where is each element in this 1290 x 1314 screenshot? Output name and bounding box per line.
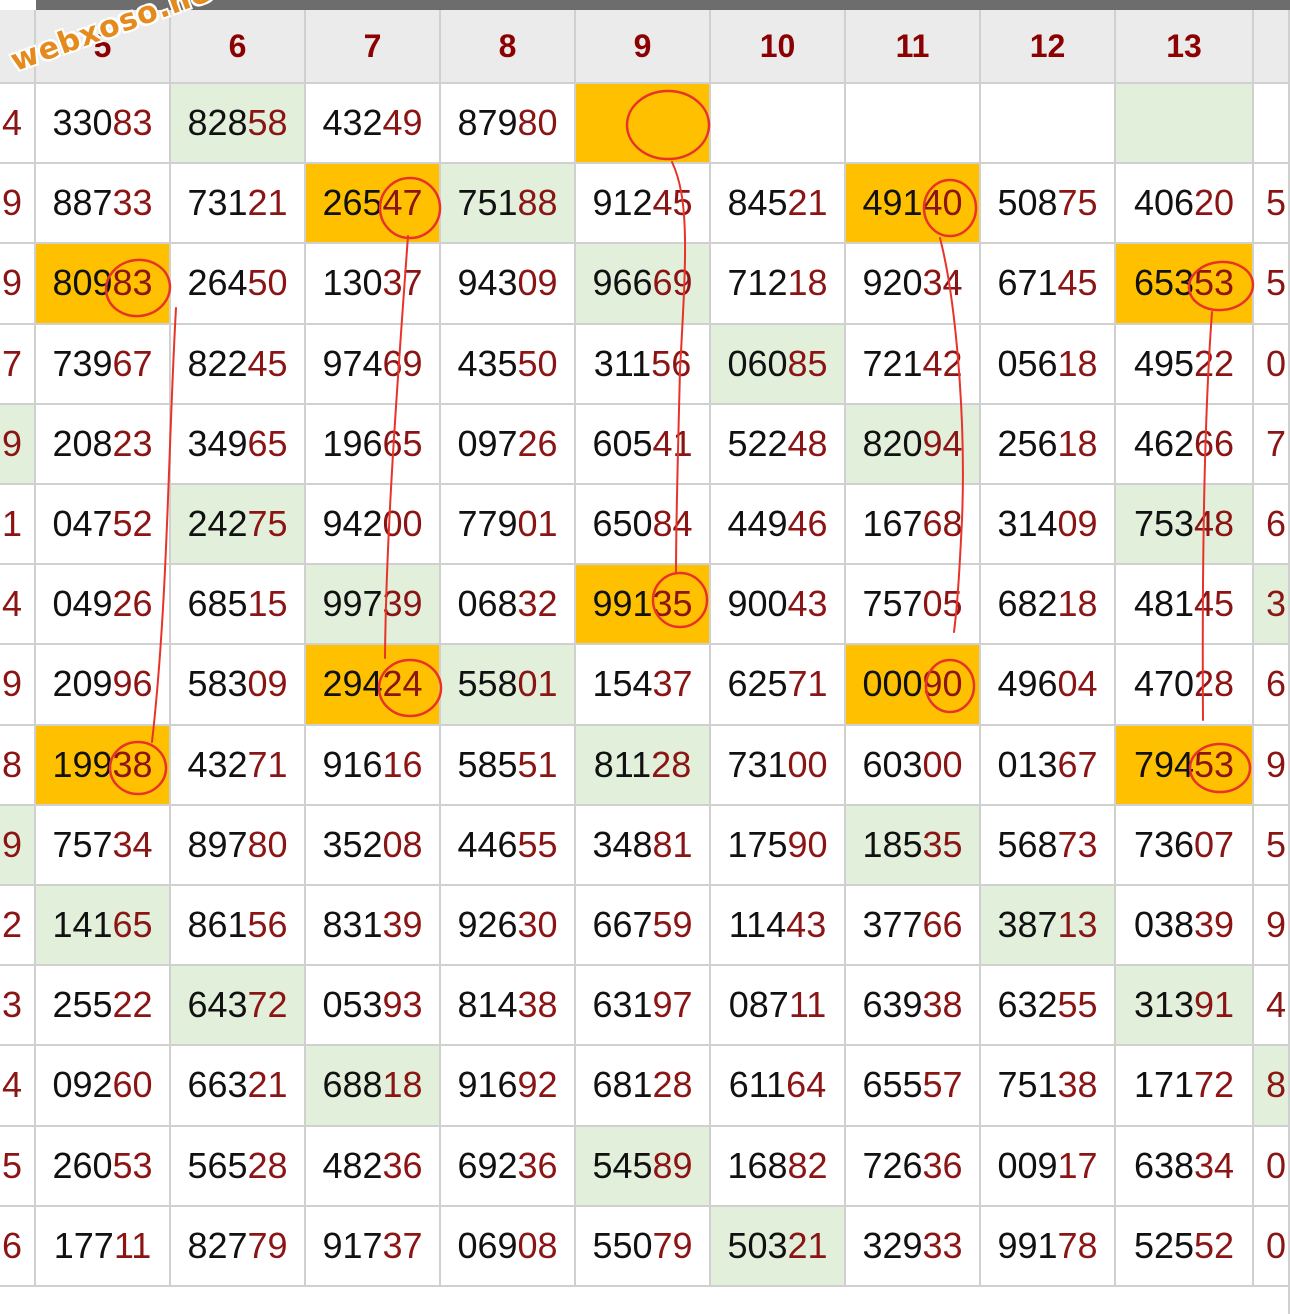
pen-line — [671, 161, 687, 573]
pen-line — [151, 307, 177, 743]
pen-circle — [104, 258, 172, 318]
pen-circle — [377, 658, 443, 718]
pen-circle — [1188, 742, 1252, 794]
pen-circle — [1187, 260, 1255, 312]
pen-line — [1201, 311, 1213, 721]
pen-circle — [625, 89, 711, 161]
pen-circle — [378, 176, 442, 240]
pen-circle — [922, 178, 978, 238]
pen-circle — [924, 658, 976, 714]
pen-line — [939, 237, 964, 633]
lottery-table-screenshot: 5 6 7 8 9 10 11 12 13 4 330 83 828 58 432 49 879 80 9 887 33… — [0, 0, 1290, 1314]
pen-line — [384, 235, 409, 659]
handwritten-annotations — [104, 89, 1255, 796]
pen-circle — [108, 740, 168, 796]
pen-circle — [651, 571, 709, 629]
